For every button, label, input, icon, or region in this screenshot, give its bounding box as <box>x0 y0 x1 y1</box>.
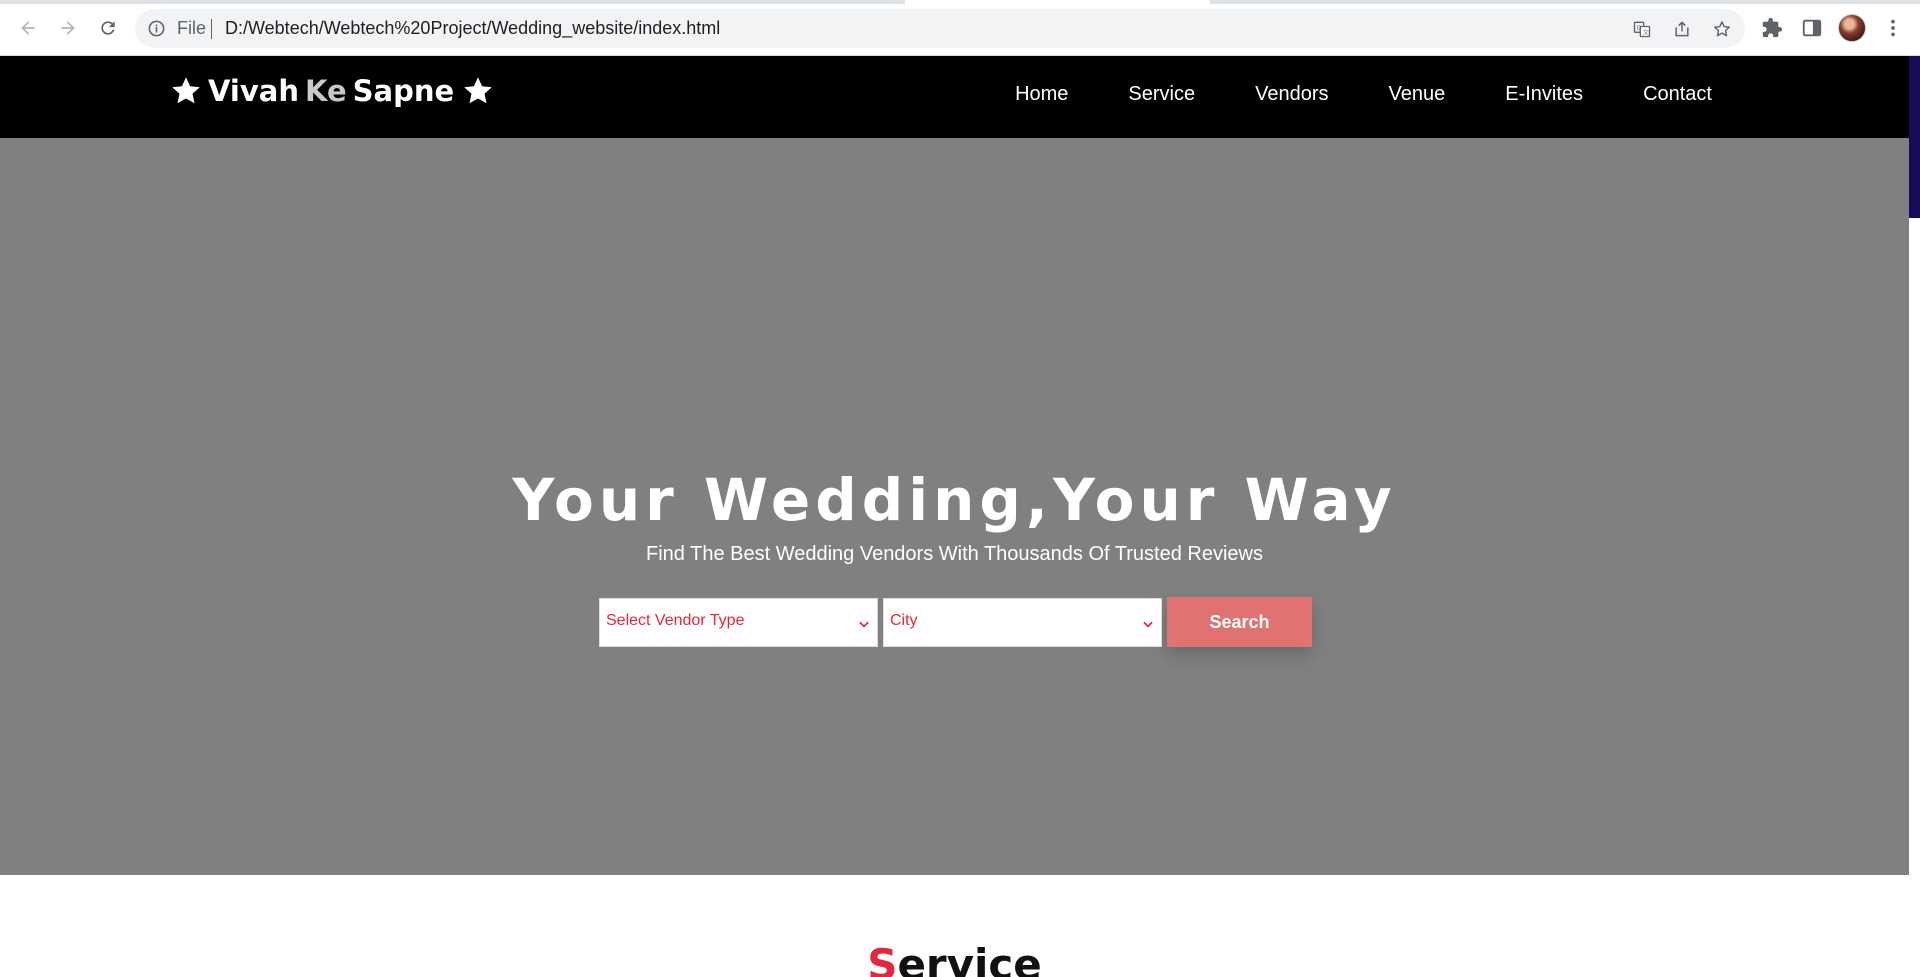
logo-word-ke: Ke <box>305 74 347 108</box>
page-scrollbar[interactable] <box>1909 56 1920 977</box>
star-icon <box>170 75 202 107</box>
service-title-first-letter: S <box>867 940 898 977</box>
active-tab-edge <box>905 0 1210 4</box>
translate-icon: G文 <box>1633 21 1651 38</box>
back-button[interactable] <box>14 14 42 42</box>
arrow-left-icon <box>21 21 35 35</box>
star-outline-icon <box>1714 21 1730 37</box>
profile-avatar[interactable] <box>1838 14 1866 42</box>
scrollbar-thumb[interactable] <box>1909 56 1920 218</box>
forward-button[interactable] <box>54 14 82 42</box>
site-logo[interactable]: Vivah Ke Sapne <box>170 74 494 108</box>
tab-strip <box>0 0 1920 4</box>
service-section-title: Service <box>0 944 1909 977</box>
translate-button[interactable]: G文 <box>1631 18 1653 40</box>
scheme-divider <box>211 19 212 39</box>
vendor-type-select[interactable]: Select Vendor Type <box>599 598 878 647</box>
bookmark-button[interactable] <box>1711 18 1733 40</box>
browser-toolbar: File D:/Webtech/Webtech%20Project/Weddin… <box>0 0 1920 56</box>
share-icon <box>1675 21 1689 37</box>
share-button[interactable] <box>1671 18 1693 40</box>
star-icon <box>462 75 494 107</box>
address-bar[interactable]: File D:/Webtech/Webtech%20Project/Weddin… <box>135 9 1745 48</box>
extensions-button[interactable] <box>1759 15 1785 41</box>
side-panel-icon <box>1802 19 1822 37</box>
arrow-right-icon <box>61 21 75 35</box>
city-value: City <box>890 612 918 629</box>
nav-link-venue[interactable]: Venue <box>1389 83 1446 106</box>
side-panel-button[interactable] <box>1799 15 1825 41</box>
nav-link-e-invites[interactable]: E-Invites <box>1505 83 1583 106</box>
url-text[interactable]: D:/Webtech/Webtech%20Project/Wedding_web… <box>225 18 720 39</box>
hero-title: Your Wedding,Your Way <box>512 466 1397 534</box>
logo-word-vivah: Vivah <box>208 74 299 108</box>
nav-link-vendors[interactable]: Vendors <box>1255 83 1328 106</box>
logo-word-sapne: Sapne <box>352 74 455 108</box>
info-icon[interactable] <box>147 19 166 38</box>
svg-text:文: 文 <box>1643 28 1649 36</box>
hero-subtitle: Find The Best Wedding Vendors With Thous… <box>646 543 1263 565</box>
vendor-search-form: Select Vendor Type City Search <box>599 597 1312 648</box>
chevron-down-icon <box>859 621 869 628</box>
page-viewport: Vivah Ke Sapne Home Service Vendors Venu… <box>0 56 1920 977</box>
city-select[interactable]: City <box>883 598 1162 647</box>
kebab-menu-icon <box>1891 19 1895 37</box>
vendor-type-value: Select Vendor Type <box>606 612 745 629</box>
nav-link-contact[interactable]: Contact <box>1643 83 1712 106</box>
puzzle-icon <box>1762 17 1783 38</box>
chevron-down-icon <box>1143 621 1153 628</box>
hero-section: Your Wedding,Your Way Find The Best Wedd… <box>0 138 1909 875</box>
svg-text:G: G <box>1637 26 1642 32</box>
search-button[interactable]: Search <box>1167 597 1312 647</box>
browser-menu-button[interactable] <box>1880 15 1906 41</box>
scheme-label: File <box>177 18 207 38</box>
service-title-rest: ervice <box>897 940 1042 977</box>
reload-button[interactable] <box>94 14 122 42</box>
site-navbar: Vivah Ke Sapne Home Service Vendors Venu… <box>0 56 1909 138</box>
nav-link-service[interactable]: Service <box>1128 83 1195 106</box>
main-menu: Home Service Vendors Venue E-Invites Con… <box>1015 83 1712 106</box>
reload-icon <box>101 21 115 35</box>
nav-link-home[interactable]: Home <box>1015 83 1068 106</box>
